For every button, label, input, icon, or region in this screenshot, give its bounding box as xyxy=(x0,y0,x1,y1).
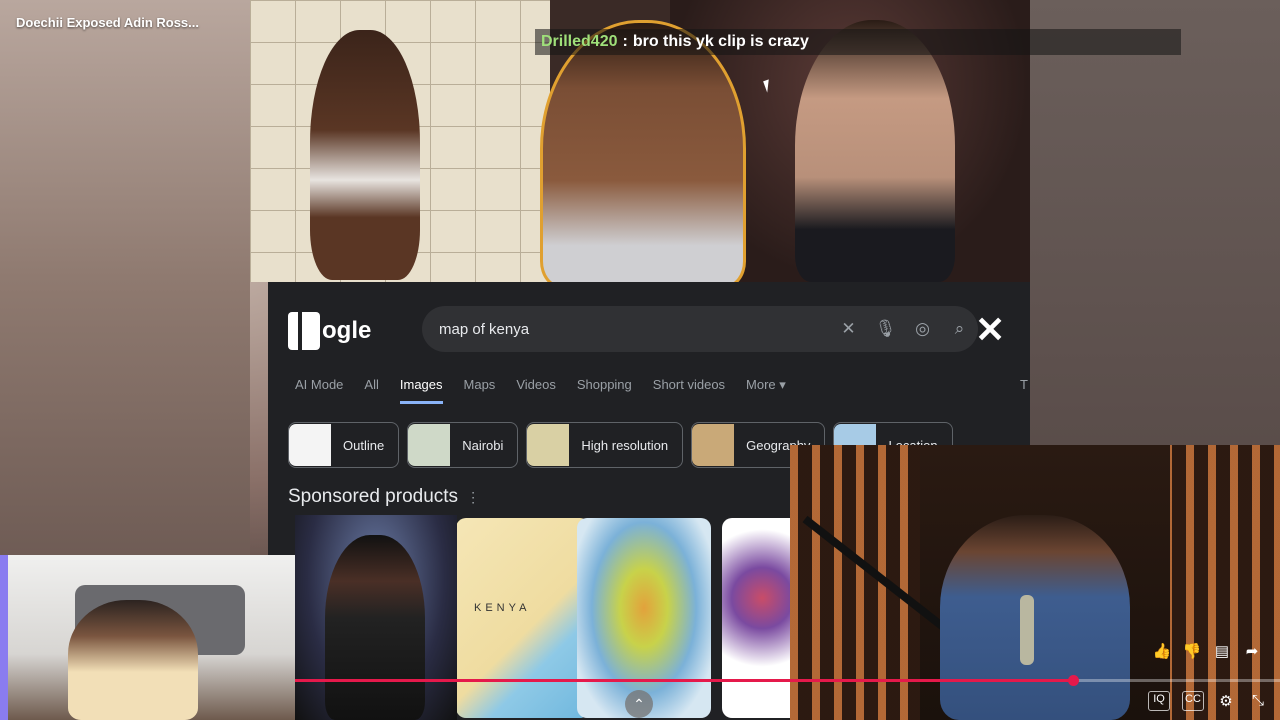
share-icon[interactable]: ➦ xyxy=(1242,642,1262,660)
search-box[interactable]: map of kenya ✕ 🎙 ◎ ⌕ xyxy=(422,306,978,352)
product-card-africa-map[interactable] xyxy=(577,518,711,718)
chip-nairobi[interactable]: Nairobi xyxy=(407,422,519,468)
search-icon[interactable]: ⌕ xyxy=(941,319,978,339)
center-man-figure xyxy=(540,20,746,282)
scroll-up-icon[interactable]: ⌃ xyxy=(625,690,653,718)
chip-thumbnail xyxy=(289,424,331,466)
led-light-strip xyxy=(0,555,8,720)
logo-overlay-mark xyxy=(288,312,320,350)
settings-icon[interactable]: ⚙ xyxy=(1216,691,1236,711)
video-title[interactable]: Doechii Exposed Adin Ross... xyxy=(16,15,199,30)
kenya-map-label: KENYA xyxy=(474,602,531,614)
inner-stream-webcam xyxy=(295,515,457,720)
chip-thumbnail xyxy=(408,424,451,466)
tab-ai-mode[interactable]: AI Mode xyxy=(295,377,343,404)
more-options-icon[interactable]: ⋮ xyxy=(466,489,480,505)
microphone xyxy=(1020,595,1034,665)
progress-fill xyxy=(295,679,1074,682)
tab-images[interactable]: Images xyxy=(399,377,443,404)
chip-label: High resolution xyxy=(581,437,669,453)
google-logo[interactable]: ogle xyxy=(288,312,371,350)
chip-label: Outline xyxy=(343,437,385,453)
search-input[interactable]: map of kenya xyxy=(439,321,830,338)
streamer-webcam xyxy=(0,555,295,720)
sponsored-heading: Sponsored products ⋮ xyxy=(288,486,480,508)
chat-text: bro this yk clip is crazy xyxy=(632,33,809,50)
product-card-kenya-map[interactable]: KENYA xyxy=(456,518,590,718)
lens-icon[interactable]: ◎ xyxy=(904,319,941,339)
tab-shopping[interactable]: Shopping xyxy=(577,377,632,404)
chat-separator: : xyxy=(622,33,628,50)
chip-label: Nairobi xyxy=(462,437,504,453)
right-man-figure xyxy=(795,20,955,282)
quality-icon[interactable]: IQ xyxy=(1148,691,1170,711)
side-actions: 👍 👎 ▤ ➦ xyxy=(1152,642,1262,660)
chip-high-resolution[interactable]: High resolution xyxy=(526,422,684,468)
google-logo-text: ogle xyxy=(322,317,372,344)
comment-icon[interactable]: ▤ xyxy=(1212,642,1232,660)
player-controls: IQ CC ⚙ ⤡ xyxy=(1148,691,1268,711)
tab-maps[interactable]: Maps xyxy=(464,377,496,404)
streamer-figure xyxy=(68,600,198,720)
sponsored-label: Sponsored products xyxy=(288,486,459,507)
close-icon[interactable]: ✕ xyxy=(975,312,1005,348)
podcast-host-figure xyxy=(940,515,1130,720)
clear-icon[interactable]: ✕ xyxy=(830,319,867,339)
tab-videos[interactable]: Videos xyxy=(516,377,556,404)
tools-tab[interactable]: T xyxy=(1020,377,1028,392)
woman-figure xyxy=(310,30,420,280)
chip-outline[interactable]: Outline xyxy=(288,422,400,468)
inner-streamer-figure xyxy=(325,535,425,720)
chip-thumbnail xyxy=(527,424,570,466)
like-icon[interactable]: 👍 xyxy=(1152,642,1172,660)
tab-more[interactable]: More ▾ xyxy=(746,377,786,404)
mic-icon[interactable]: 🎙 xyxy=(867,319,904,339)
chat-username: Drilled420 xyxy=(541,33,618,50)
tab-all[interactable]: All xyxy=(364,377,378,404)
tab-short-videos[interactable]: Short videos xyxy=(653,377,725,404)
captions-icon[interactable]: CC xyxy=(1182,691,1204,711)
search-tabs: AI Mode All Images Maps Videos Shopping … xyxy=(295,377,807,404)
chip-thumbnail xyxy=(692,424,735,466)
chat-message: Drilled420 : bro this yk clip is crazy xyxy=(535,29,1181,55)
dislike-icon[interactable]: 👎 xyxy=(1182,642,1202,660)
exit-fullscreen-icon[interactable]: ⤡ xyxy=(1248,691,1268,711)
blurred-right-panel xyxy=(1030,0,1280,445)
blurred-left-panel xyxy=(0,0,250,555)
